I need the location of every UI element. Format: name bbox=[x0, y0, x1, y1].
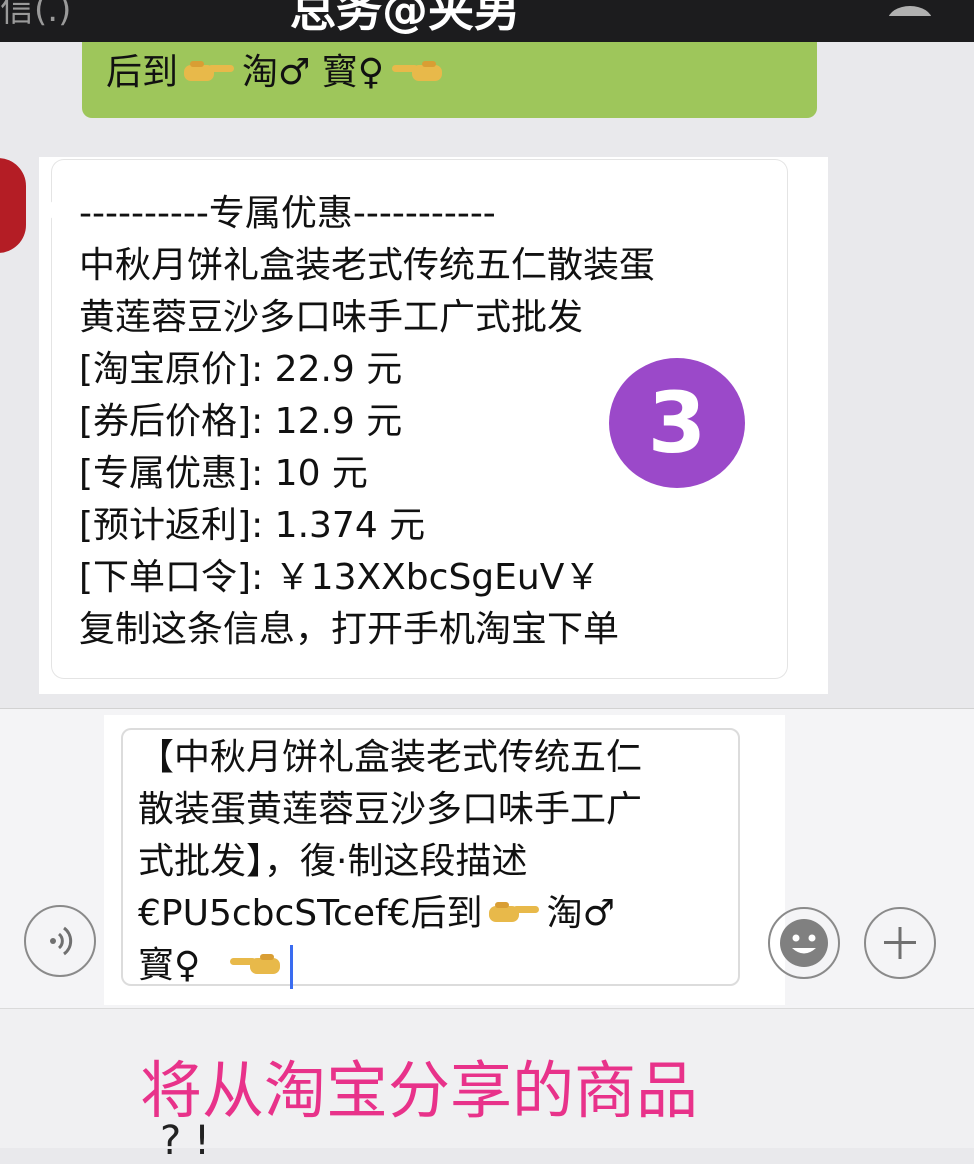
emoji-icon bbox=[780, 919, 828, 967]
voice-icon bbox=[50, 926, 73, 956]
back-button[interactable]: 信(.) bbox=[0, 0, 71, 31]
input-line-text: 淘♂ bbox=[546, 893, 615, 934]
order-instruction: 复制这条信息，打开手机淘宝下单 bbox=[79, 609, 620, 650]
voice-button[interactable] bbox=[24, 905, 96, 977]
plus-icon bbox=[884, 927, 916, 959]
avatar[interactable] bbox=[0, 158, 26, 253]
pointing-hand-left-icon bbox=[390, 47, 443, 101]
coupon-price: [券后价格]: 12.9 元 bbox=[79, 401, 403, 442]
estimated-rebate: [预计返利]: 1.374 元 bbox=[79, 505, 426, 546]
bubble-tail bbox=[42, 200, 54, 220]
message-input-text[interactable]: 【中秋月饼礼盒装老式传统五仁 散装蛋黄莲蓉豆沙多口味手工广 式批发】，復·制这段… bbox=[138, 732, 642, 992]
pointing-hand-right-icon bbox=[184, 47, 236, 101]
coupon-header: ----------专属优惠----------- bbox=[79, 193, 496, 234]
product-title-line2: 黄莲蓉豆沙多口味手工广式批发 bbox=[79, 297, 584, 338]
profile-icon[interactable] bbox=[886, 0, 934, 16]
message-text: 淘♂ 寳♀ bbox=[242, 52, 385, 93]
input-line: €PU5cbcSTcef€后到 淘♂ bbox=[138, 888, 642, 940]
product-title-line1: 中秋月饼礼盒装老式传统五仁散装蛋 bbox=[79, 245, 656, 286]
tutorial-caption: 将从淘宝分享的商品 bbox=[140, 1054, 699, 1127]
order-code: [下单口令]: ￥13XXbcSgEuV￥ bbox=[79, 557, 601, 598]
original-price: [淘宝原价]: 22.9 元 bbox=[79, 349, 403, 390]
chat-title: 总务@夹男 bbox=[290, 0, 520, 37]
input-line: 【中秋月饼礼盒装老式传统五仁 bbox=[138, 737, 643, 778]
tutorial-caption-continued: ? ! bbox=[160, 1118, 210, 1164]
text-cursor bbox=[290, 945, 294, 989]
input-line-text: €PU5cbcSTcef€后到 bbox=[138, 893, 483, 934]
step-number-badge: 3 bbox=[609, 358, 745, 488]
more-functions-button[interactable] bbox=[864, 907, 936, 979]
input-line-text: 寳♀ bbox=[138, 945, 201, 986]
top-navigation-bar: 信(.) 总务@夹男 bbox=[0, 0, 974, 42]
input-line: 寳♀ bbox=[138, 940, 642, 992]
input-line: 散装蛋黄莲蓉豆沙多口味手工广 bbox=[138, 789, 643, 830]
sent-message-bubble[interactable]: 后到 淘♂ 寳♀ bbox=[82, 42, 817, 118]
pointing-hand-left-icon bbox=[228, 941, 281, 993]
pointing-hand-right-icon bbox=[488, 889, 541, 941]
message-text: 后到 bbox=[106, 52, 179, 93]
discount-amount: [专属优惠]: 10 元 bbox=[79, 453, 368, 494]
emoji-button[interactable] bbox=[768, 907, 840, 979]
input-line: 式批发】，復·制这段描述 bbox=[138, 841, 528, 882]
